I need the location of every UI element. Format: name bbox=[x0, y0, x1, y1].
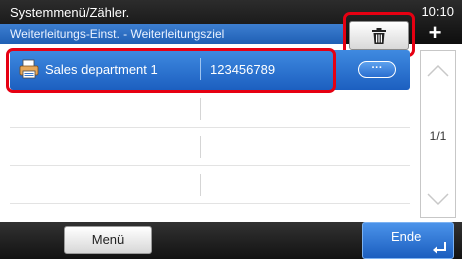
column-divider bbox=[200, 58, 201, 80]
delete-button[interactable] bbox=[349, 21, 409, 50]
list-item-empty[interactable] bbox=[10, 204, 410, 218]
end-button-label: Ende bbox=[391, 229, 422, 244]
menu-button[interactable]: Menü bbox=[64, 226, 152, 254]
printer-icon bbox=[19, 59, 39, 79]
end-button[interactable]: Ende bbox=[362, 222, 454, 259]
list-item[interactable]: Sales department 1 123456789 ··· bbox=[10, 50, 410, 90]
destination-name: Sales department 1 bbox=[45, 62, 158, 77]
screen-subtitle: Weiterleitungs-Einst. - Weiterleitungszi… bbox=[0, 24, 345, 44]
page-indicator: 1/1 bbox=[429, 129, 447, 143]
column-divider bbox=[200, 98, 201, 120]
scrollbar: 1/1 bbox=[420, 50, 456, 218]
list-item-empty[interactable] bbox=[10, 166, 410, 204]
add-button[interactable]: + bbox=[418, 22, 452, 44]
list-item-empty[interactable] bbox=[10, 90, 410, 128]
detail-button[interactable]: ··· bbox=[358, 61, 396, 78]
scroll-down-icon[interactable] bbox=[421, 181, 455, 215]
list-item-empty[interactable] bbox=[10, 128, 410, 166]
destination-number: 123456789 bbox=[210, 62, 276, 77]
clock: 10:10 bbox=[421, 4, 454, 19]
enter-icon bbox=[433, 242, 446, 254]
screen-title: Systemmenü/Zähler. bbox=[10, 5, 130, 20]
trash-icon bbox=[372, 27, 386, 44]
footer-bar: Menü Ende bbox=[0, 222, 462, 259]
scroll-up-icon[interactable] bbox=[421, 55, 455, 89]
column-divider bbox=[200, 136, 201, 158]
destination-list: Sales department 1 123456789 ··· bbox=[10, 50, 410, 218]
column-divider bbox=[200, 174, 201, 196]
